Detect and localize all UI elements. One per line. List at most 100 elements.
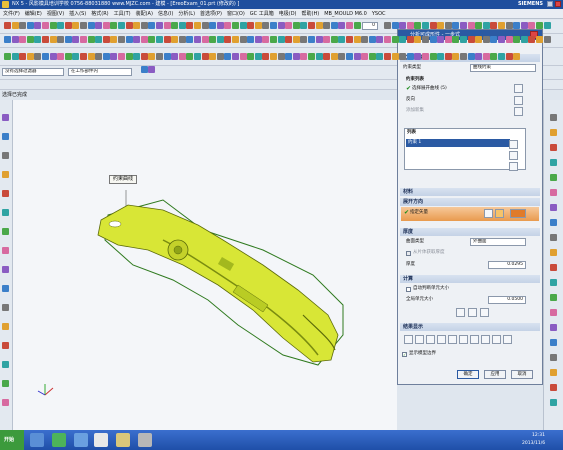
side-toolbar-icon[interactable]: [550, 189, 557, 196]
toolbar-icon[interactable]: [330, 22, 338, 29]
toolbar-icon[interactable]: [80, 22, 87, 29]
reverse-vector-button[interactable]: [484, 209, 493, 218]
toolbar-icon[interactable]: [140, 22, 148, 29]
toolbar-icon[interactable]: [254, 36, 262, 43]
toolbar-icon[interactable]: [330, 53, 338, 60]
toolbar-icon[interactable]: [42, 53, 49, 60]
vector-constructor-button[interactable]: [495, 209, 504, 218]
toolbar-icon[interactable]: [323, 53, 331, 60]
result-display-button-10[interactable]: [503, 335, 512, 344]
toolbar-icon[interactable]: [186, 22, 194, 29]
side-toolbar-icon[interactable]: [550, 339, 557, 346]
toolbar-icon[interactable]: [490, 36, 498, 43]
toolbar-icon[interactable]: [178, 53, 186, 60]
side-toolbar-icon[interactable]: [2, 399, 9, 406]
side-toolbar-icon[interactable]: [2, 114, 9, 121]
side-toolbar-icon[interactable]: [550, 309, 557, 316]
compute-button-2[interactable]: [468, 308, 477, 317]
constraint-type-select[interactable]: 曲线约束: [470, 64, 536, 72]
toolbar-icon[interactable]: [4, 22, 11, 29]
toolbar-icon[interactable]: [270, 53, 277, 60]
toolbar-icon[interactable]: [391, 53, 399, 60]
toolbar-icon[interactable]: [414, 22, 422, 29]
toolbar-icon[interactable]: [34, 53, 42, 60]
toolbar-icon[interactable]: [475, 36, 483, 43]
toolbar-icon[interactable]: [338, 36, 346, 43]
toolbar-icon[interactable]: [163, 22, 171, 29]
menu-item-14[interactable]: MB_MOULD M6.0: [321, 9, 369, 19]
toolbar-icon[interactable]: [26, 53, 34, 60]
from-model-checkbox[interactable]: [406, 251, 411, 256]
toolbar-icon[interactable]: [26, 22, 34, 29]
toolbar-icon[interactable]: [414, 36, 422, 43]
toolbar-icon[interactable]: [277, 22, 285, 29]
side-toolbar-icon[interactable]: [550, 174, 557, 181]
menu-item-10[interactable]: 窗口(O): [224, 9, 247, 19]
menu-item-12[interactable]: 电极(D): [276, 9, 299, 19]
result-display-button-1[interactable]: [404, 335, 413, 344]
toolbar-icon[interactable]: [64, 22, 72, 29]
menu-item-6[interactable]: 装配(A): [133, 9, 155, 19]
toolbar-icon[interactable]: [543, 36, 551, 43]
toolbar-icon[interactable]: [125, 53, 133, 60]
toolbar-icon[interactable]: [133, 53, 141, 60]
toolbar-icon[interactable]: [171, 36, 179, 43]
side-toolbar-icon[interactable]: [550, 354, 557, 361]
show-boundary-checkbox[interactable]: ✓: [402, 352, 407, 357]
toolbar-icon[interactable]: [110, 36, 118, 43]
side-toolbar-icon[interactable]: [2, 285, 9, 292]
delete-constraint-button[interactable]: [509, 140, 518, 149]
toolbar-icon[interactable]: [87, 53, 95, 60]
toolbar-icon[interactable]: [505, 22, 513, 29]
side-toolbar-icon[interactable]: [2, 323, 9, 330]
toolbar-icon[interactable]: [80, 36, 87, 43]
move-down-button[interactable]: [509, 162, 518, 171]
toolbar-icon[interactable]: [64, 53, 72, 60]
toolbar-icon[interactable]: [300, 22, 308, 29]
toolbar-icon[interactable]: [520, 22, 528, 29]
minimize-icon[interactable]: [547, 1, 553, 7]
toolbar-icon[interactable]: [19, 36, 27, 43]
toolbar-icon[interactable]: [406, 22, 414, 29]
toolbar-icon[interactable]: [87, 22, 95, 29]
cancel-button[interactable]: 取消: [511, 370, 533, 379]
side-toolbar-icon[interactable]: [550, 264, 557, 271]
toolbar-icon[interactable]: [171, 53, 179, 60]
result-display-button-2[interactable]: [415, 335, 424, 344]
element-size-input[interactable]: 0.0500: [488, 296, 526, 304]
scope-select[interactable]: 在工作部件内: [68, 68, 132, 76]
toolbar-icon[interactable]: [422, 53, 429, 60]
toolbar-icon[interactable]: [384, 36, 391, 43]
side-toolbar-icon[interactable]: [2, 171, 9, 178]
toolbar-icon[interactable]: [57, 53, 65, 60]
side-toolbar-icon[interactable]: [2, 190, 9, 197]
quicklaunch-icon-5[interactable]: [116, 433, 130, 447]
toolbar-icon[interactable]: [49, 22, 57, 29]
menu-item-4[interactable]: 格式(R): [88, 9, 110, 19]
toolbar-icon[interactable]: [467, 36, 475, 43]
toolbar-icon[interactable]: [292, 36, 300, 43]
section-material[interactable]: 材料: [400, 188, 540, 196]
toolbar-icon[interactable]: [194, 53, 201, 60]
toolbar-icon[interactable]: [505, 36, 513, 43]
toolbar-icon[interactable]: [536, 36, 543, 43]
side-toolbar-icon[interactable]: [550, 114, 557, 121]
side-toolbar-icon[interactable]: [2, 228, 9, 235]
toolbar-icon[interactable]: [429, 53, 437, 60]
toolbar-icon[interactable]: [368, 36, 376, 43]
toolbar-icon[interactable]: [330, 36, 338, 43]
toolbar-icon[interactable]: [528, 22, 536, 29]
result-display-button-6[interactable]: [459, 335, 468, 344]
toolbar-icon[interactable]: [239, 36, 247, 43]
toolbar-icon[interactable]: [140, 53, 148, 60]
quicklaunch-icon-6[interactable]: [138, 433, 152, 447]
toolbar-icon[interactable]: [224, 53, 232, 60]
toolbar-icon[interactable]: [399, 53, 407, 60]
toolbar-icon[interactable]: [247, 36, 255, 43]
toolbar-icon[interactable]: [391, 22, 399, 29]
toolbar-icon[interactable]: [171, 22, 179, 29]
toolbar-icon[interactable]: [57, 36, 65, 43]
toolbar-icon[interactable]: [376, 36, 384, 43]
side-toolbar-icon[interactable]: [550, 384, 557, 391]
side-toolbar-icon[interactable]: [550, 159, 557, 166]
